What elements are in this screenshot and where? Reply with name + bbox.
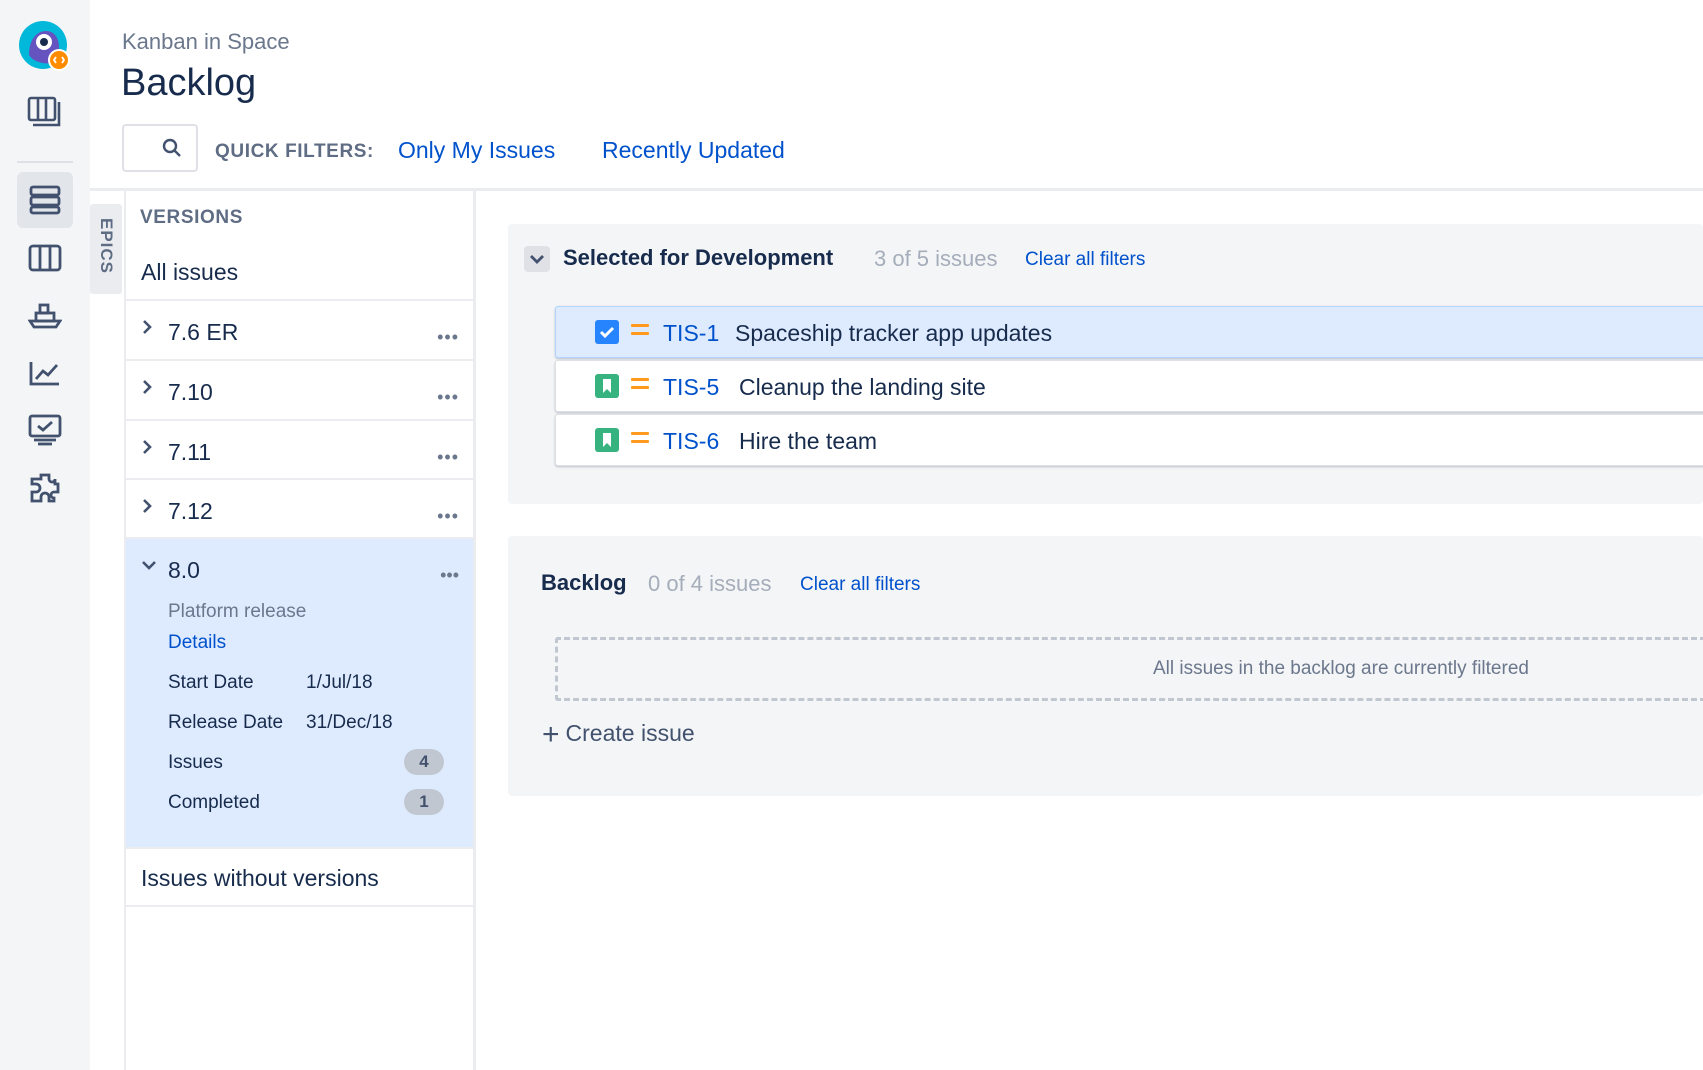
- left-nav-rail: [0, 0, 90, 1070]
- chevron-right-icon[interactable]: [141, 379, 153, 395]
- issues-label: Issues: [168, 752, 223, 773]
- project-avatar[interactable]: [19, 21, 71, 73]
- version-description: Platform release: [168, 601, 307, 622]
- plus-icon: +: [542, 718, 560, 751]
- versions-all-issues[interactable]: All issues: [141, 259, 238, 286]
- issues-without-versions[interactable]: Issues without versions: [126, 847, 473, 907]
- version-name: 7.12: [168, 498, 213, 524]
- roadmap-icon[interactable]: [17, 84, 73, 140]
- version-item-expanded[interactable]: 8.0 ••• Platform release Details Start D…: [126, 537, 473, 847]
- more-actions-icon[interactable]: •••: [437, 506, 459, 527]
- start-date-label: Start Date: [168, 672, 254, 693]
- start-date-value: 1/Jul/18: [306, 672, 373, 693]
- breadcrumb[interactable]: Kanban in Space: [122, 29, 290, 55]
- more-actions-icon[interactable]: •••: [437, 387, 459, 408]
- chevron-right-icon[interactable]: [141, 319, 153, 335]
- versions-panel: VERSIONS All issues 7.6 ER ••• 7.10 ••• …: [124, 191, 476, 1070]
- version-name: 8.0: [168, 557, 200, 583]
- more-actions-icon[interactable]: •••: [440, 565, 459, 586]
- issue-summary: Hire the team: [739, 428, 878, 454]
- backlog-empty-message: All issues in the backlog are currently …: [1153, 658, 1529, 679]
- version-name: 7.6 ER: [168, 319, 239, 345]
- more-actions-icon[interactable]: •••: [437, 447, 459, 468]
- issue-row-tis-5[interactable]: TIS-5 Cleanup the landing site: [555, 360, 1703, 412]
- version-item[interactable]: 7.6 ER •••: [126, 299, 473, 359]
- priority-medium-icon: [631, 324, 649, 340]
- section-title: Selected for Development: [563, 245, 834, 270]
- quick-filters-label: QUICK FILTERS:: [215, 141, 374, 162]
- version-item[interactable]: 7.10 •••: [126, 359, 473, 419]
- issue-key[interactable]: TIS-1: [663, 320, 719, 347]
- create-issue-button[interactable]: + Create issue: [542, 718, 695, 752]
- issue-row-tis-1[interactable]: TIS-1 Spaceship tracker app updates: [555, 306, 1703, 358]
- page-title: Backlog: [121, 62, 257, 104]
- search-icon: [162, 138, 181, 157]
- quick-filter-only-my-issues[interactable]: Only My Issues: [398, 137, 555, 164]
- search-input[interactable]: [122, 124, 198, 172]
- clear-all-filters-link[interactable]: Clear all filters: [1025, 249, 1145, 271]
- version-name: 7.10: [168, 379, 213, 405]
- issue-count: 0 of 4 issues: [648, 571, 772, 596]
- quick-filter-recently-updated[interactable]: Recently Updated: [602, 137, 785, 164]
- chevron-right-icon[interactable]: [141, 498, 153, 514]
- epics-tab-label: EPICS: [97, 218, 116, 275]
- issue-row-tis-6[interactable]: TIS-6 Hire the team: [555, 414, 1703, 466]
- chevron-down-icon[interactable]: [141, 559, 157, 571]
- nav-divider: [17, 161, 73, 163]
- issue-key[interactable]: TIS-5: [663, 374, 719, 401]
- priority-medium-icon: [631, 378, 649, 394]
- chevron-right-icon[interactable]: [141, 439, 153, 455]
- release-date-label: Release Date: [168, 712, 284, 733]
- issues-count-badge: 4: [404, 749, 444, 775]
- release-date-value: 31/Dec/18: [306, 712, 393, 733]
- issue-summary: Cleanup the landing site: [739, 374, 986, 400]
- issue-count: 3 of 5 issues: [874, 246, 998, 271]
- issue-summary: Spaceship tracker app updates: [735, 320, 1053, 346]
- priority-medium-icon: [631, 432, 649, 448]
- version-name: 7.11: [168, 439, 212, 465]
- backlog-section: Backlog 0 of 4 issues Clear all filters …: [508, 536, 1703, 796]
- issue-key[interactable]: TIS-6: [663, 428, 719, 455]
- more-actions-icon[interactable]: •••: [437, 327, 459, 348]
- version-item[interactable]: 7.11 •••: [126, 419, 473, 479]
- story-icon: [595, 428, 619, 452]
- add-ons-icon[interactable]: [17, 460, 73, 516]
- epics-panel-tab[interactable]: EPICS: [90, 204, 122, 294]
- story-icon: [595, 374, 619, 398]
- issues-icon[interactable]: [17, 402, 73, 458]
- chevron-down-icon: [530, 255, 544, 264]
- collapse-toggle[interactable]: [524, 246, 550, 272]
- version-item[interactable]: 7.12 •••: [126, 478, 473, 538]
- versions-heading: VERSIONS: [140, 207, 243, 228]
- reports-icon[interactable]: [17, 345, 73, 401]
- board-icon[interactable]: [17, 230, 73, 286]
- task-icon: [595, 320, 619, 344]
- completed-label: Completed: [168, 792, 260, 813]
- selected-for-development-section: Selected for Development 3 of 5 issues C…: [508, 224, 1703, 504]
- version-details-link[interactable]: Details: [168, 632, 226, 654]
- backlog-icon[interactable]: [17, 172, 73, 228]
- clear-all-filters-link[interactable]: Clear all filters: [800, 574, 920, 596]
- issues-without-versions-label: Issues without versions: [141, 865, 379, 891]
- releases-icon[interactable]: [17, 287, 73, 343]
- section-title: Backlog: [541, 570, 627, 595]
- create-issue-label: Create issue: [565, 720, 695, 746]
- backlog-empty-dropzone[interactable]: All issues in the backlog are currently …: [555, 637, 1703, 701]
- completed-count-badge: 1: [404, 789, 444, 815]
